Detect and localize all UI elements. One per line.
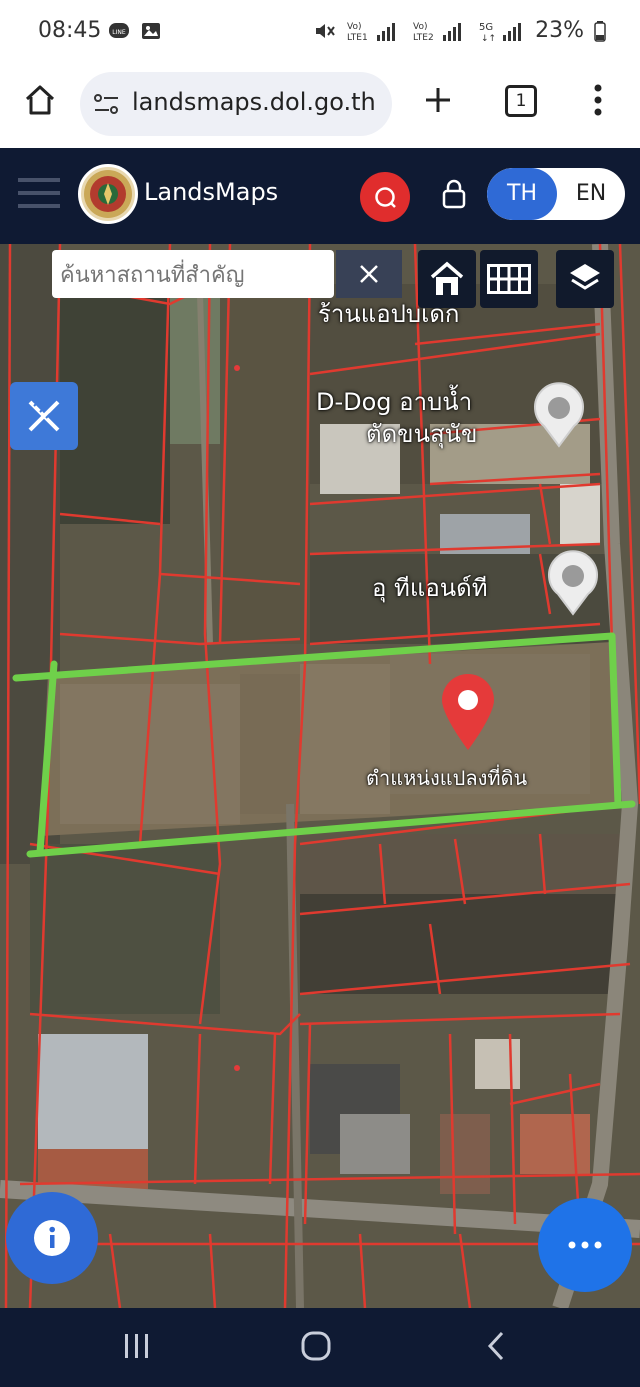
5g-signal-icon: 5G↓↑ — [479, 22, 522, 43]
language-toggle[interactable]: TH EN — [487, 168, 625, 220]
poi-pin-icon[interactable] — [544, 550, 602, 616]
address-bar[interactable]: landsmaps.dol.go.th — [80, 72, 392, 136]
recent-apps-icon[interactable] — [122, 1332, 152, 1360]
poi-label: ตัดขนสุนัข — [366, 420, 478, 448]
hamburger-menu-icon[interactable] — [18, 176, 60, 210]
clear-search-button[interactable] — [336, 250, 402, 298]
ruler-pencil-icon — [28, 400, 60, 432]
house-icon — [430, 261, 464, 295]
home-location-button[interactable] — [418, 250, 476, 308]
draw-measure-button[interactable] — [10, 382, 78, 450]
close-icon — [360, 265, 378, 283]
volte-lte1-signal-icon: Vo)LTE1 — [347, 22, 396, 43]
info-button[interactable] — [6, 1192, 98, 1284]
back-icon[interactable] — [484, 1330, 508, 1362]
status-right-icons: Vo) LTE1 Vo) LTE2 5G ↓↑ 23% — [313, 18, 606, 43]
line-app-icon: LINE — [109, 23, 129, 38]
svg-text:↓↑: ↓↑ — [481, 34, 496, 43]
battery-percent: 23% — [535, 18, 584, 43]
lang-en-option[interactable]: EN — [557, 168, 625, 220]
search-icon — [375, 187, 396, 208]
more-vertical-icon[interactable] — [588, 82, 608, 118]
lock-icon[interactable] — [440, 178, 468, 210]
battery-icon — [594, 20, 606, 42]
lang-th-option[interactable]: TH — [487, 168, 557, 220]
status-bar: 08:45 LINE Vo) LTE1 Vo) LTE2 5G ↓↑ 23% — [0, 0, 640, 66]
home-icon[interactable] — [22, 82, 58, 118]
system-nav-bar — [0, 1308, 640, 1387]
poi-label: อุ ทีแอนด์ที — [372, 574, 488, 602]
svg-text:5G: 5G — [479, 22, 493, 33]
map-search-box — [52, 250, 334, 298]
status-time: 08:45 — [38, 18, 102, 43]
place-search-input[interactable] — [58, 258, 332, 292]
layers-button[interactable] — [556, 250, 614, 308]
more-horizontal-icon — [568, 1241, 602, 1249]
svg-text:Vo): Vo) — [413, 22, 427, 32]
info-icon — [34, 1220, 70, 1256]
status-left-icons: LINE — [108, 20, 162, 42]
parcel-grid-button[interactable] — [480, 250, 538, 308]
image-icon — [142, 23, 160, 39]
grid-icon — [487, 264, 531, 294]
svg-text:LTE2: LTE2 — [413, 33, 434, 43]
tab-switcher-icon[interactable]: 1 — [505, 85, 537, 117]
more-options-button[interactable] — [538, 1198, 632, 1292]
search-button[interactable] — [360, 172, 410, 222]
volte-lte2-signal-icon: Vo)LTE2 — [413, 22, 462, 43]
browser-toolbar: landsmaps.dol.go.th 1 — [0, 66, 640, 148]
svg-text:LINE: LINE — [112, 29, 126, 36]
home-circle-icon[interactable] — [300, 1330, 332, 1362]
department-seal-logo — [78, 164, 138, 224]
svg-text:LTE1: LTE1 — [347, 33, 368, 43]
poi-pin-icon[interactable] — [530, 382, 588, 448]
brand-title: LandsMaps — [144, 178, 279, 206]
layers-icon — [570, 264, 600, 290]
site-settings-icon[interactable] — [92, 90, 122, 118]
svg-text:Vo): Vo) — [347, 22, 361, 32]
satellite-map[interactable]: ร้านแอปบเด็ก D-Dog อาบน้ำ ตัดขนสุนัข อุ … — [0, 244, 640, 1308]
url-text: landsmaps.dol.go.th — [132, 88, 376, 116]
parcel-location-label: ตำแหน่งแปลงที่ดิน — [366, 766, 528, 790]
new-tab-icon[interactable] — [422, 84, 454, 116]
mute-icon — [316, 23, 335, 38]
location-marker-icon[interactable] — [438, 670, 498, 752]
